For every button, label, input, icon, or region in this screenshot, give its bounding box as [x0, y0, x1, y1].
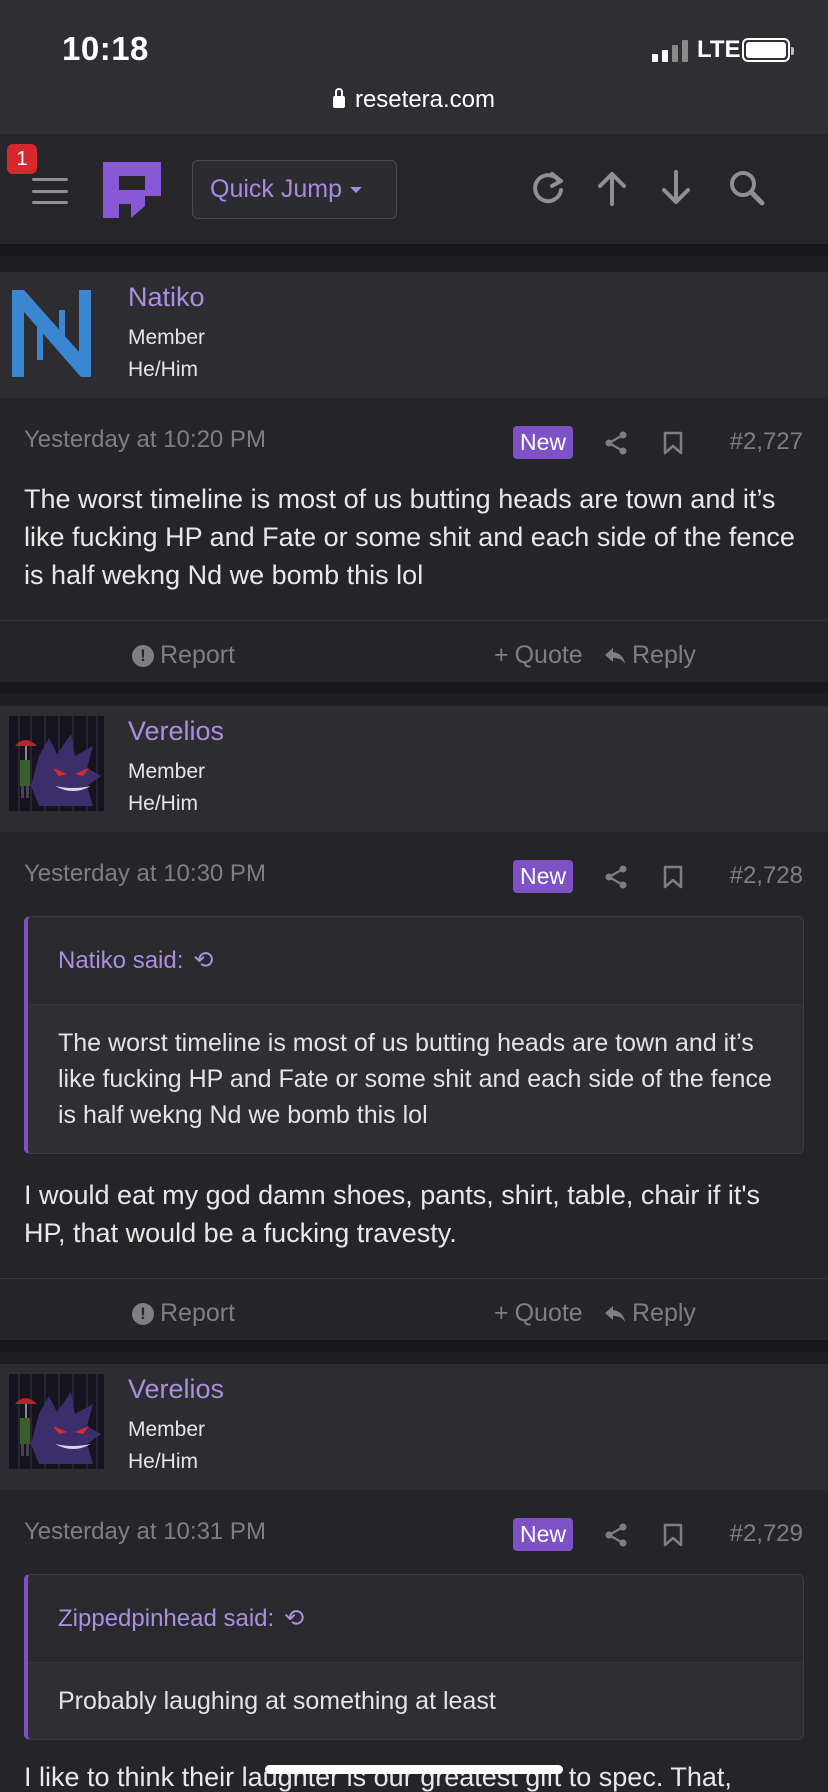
reply-icon — [605, 1305, 625, 1322]
report-button[interactable]: ! Report — [132, 641, 235, 670]
arrow-up-icon[interactable] — [592, 168, 632, 208]
user-pronouns: He/Him — [128, 358, 199, 381]
username[interactable]: Verelios — [128, 716, 224, 747]
report-label: Report — [160, 1299, 236, 1327]
report-button[interactable]: ! Report — [132, 1299, 235, 1328]
quote-block: Natiko said: ⟲ The worst timeline is most… — [24, 916, 804, 1154]
plus-icon: + — [494, 1299, 509, 1327]
report-label: Report — [160, 641, 236, 669]
quick-jump-label: Quick Jump — [210, 175, 342, 203]
status-time: 10:18 — [62, 30, 149, 67]
arrow-down-icon[interactable] — [656, 168, 696, 208]
post-text: I would eat my god damn shoes, pants, sh… — [24, 1180, 761, 1248]
quote-button[interactable]: + Quote — [494, 1299, 583, 1328]
notification-badge[interactable]: 1 — [7, 144, 37, 174]
caret-down-icon — [349, 187, 362, 193]
plus-icon: + — [494, 641, 509, 669]
user-pronouns: He/Him — [128, 1450, 199, 1473]
post-body: Yesterday at 10:20 PM New #2,727 The wor… — [0, 398, 828, 694]
avatar[interactable] — [9, 716, 104, 811]
refresh-icon[interactable] — [528, 168, 568, 208]
status-bar: 10:18 LTE resetera.com — [0, 0, 828, 134]
jump-to-quote-icon[interactable]: ⟲ — [193, 917, 213, 1005]
bookmark-icon[interactable] — [662, 865, 684, 889]
user-title: Member — [128, 760, 206, 783]
home-indicator[interactable] — [265, 1765, 563, 1774]
post-actions: ! Report + Quote Reply — [0, 620, 828, 692]
quote-attribution[interactable]: Zippedpinhead said: ⟲ — [28, 1575, 803, 1663]
user-title: Member — [128, 326, 206, 349]
reply-button[interactable]: Reply — [604, 1299, 696, 1328]
post-author-bar: Verelios Member He/Him — [0, 706, 828, 832]
user-pronouns: He/Him — [128, 792, 199, 815]
reply-label: Reply — [632, 1299, 696, 1327]
quote-label: Quote — [514, 1299, 583, 1327]
quote-author: Zippedpinhead said: — [58, 1605, 275, 1632]
battery-icon — [742, 38, 794, 62]
post-actions: ! Report + Quote Reply — [0, 1278, 828, 1350]
lock-icon — [332, 88, 345, 108]
username[interactable]: Verelios — [128, 1374, 224, 1405]
resetera-logo[interactable] — [101, 160, 163, 220]
post-timestamp[interactable]: Yesterday at 10:31 PM — [24, 1518, 266, 1546]
avatar[interactable] — [9, 282, 104, 377]
signal-icon — [652, 38, 688, 62]
quote-button[interactable]: + Quote — [494, 641, 583, 670]
jump-to-quote-icon[interactable]: ⟲ — [284, 1575, 304, 1663]
reply-button[interactable]: Reply — [604, 641, 696, 670]
reply-icon — [605, 647, 625, 664]
alert-icon: ! — [132, 644, 154, 667]
new-badge: New — [513, 426, 574, 459]
address-bar[interactable]: resetera.com — [0, 86, 828, 114]
share-icon[interactable] — [604, 1523, 628, 1547]
bookmark-icon[interactable] — [662, 1523, 684, 1547]
new-badge: New — [513, 860, 574, 893]
quote-text: The worst timeline is most of us butting… — [28, 1005, 803, 1153]
quote-label: Quote — [514, 641, 583, 669]
post-timestamp[interactable]: Yesterday at 10:30 PM — [24, 860, 266, 888]
network-type: LTE — [697, 36, 741, 63]
post-number[interactable]: #2,729 — [730, 1520, 803, 1548]
post-author-bar: Verelios Member He/Him — [0, 1364, 828, 1490]
reply-label: Reply — [632, 641, 696, 669]
post-timestamp[interactable]: Yesterday at 10:20 PM — [24, 426, 266, 454]
share-icon[interactable] — [604, 865, 628, 889]
post-body: Yesterday at 10:31 PM New #2,729 Zippedp… — [0, 1490, 828, 1792]
quote-block: Zippedpinhead said: ⟲ Probably laughing a… — [24, 1574, 804, 1740]
bookmark-icon[interactable] — [662, 431, 684, 455]
search-icon[interactable] — [727, 168, 767, 208]
post-text: The worst timeline is most of us butting… — [24, 484, 795, 590]
new-badge: New — [513, 1518, 574, 1551]
quote-text: Probably laughing at something at least — [28, 1663, 803, 1739]
user-title: Member — [128, 1418, 206, 1441]
quick-jump-dropdown[interactable]: Quick Jump — [192, 160, 397, 219]
quote-author: Natiko said: — [58, 947, 184, 974]
avatar[interactable] — [9, 1374, 104, 1469]
alert-icon: ! — [132, 1302, 154, 1325]
quote-attribution[interactable]: Natiko said: ⟲ — [28, 917, 803, 1005]
post-body: Yesterday at 10:30 PM New #2,728 Natiko … — [0, 832, 828, 1352]
share-icon[interactable] — [604, 431, 628, 455]
menu-icon[interactable] — [32, 178, 68, 204]
post-author-bar: Natiko Member He/Him — [0, 272, 828, 398]
post-text: I like to think their laughter is our gr… — [24, 1762, 732, 1792]
post-number[interactable]: #2,728 — [730, 862, 803, 890]
url-text: resetera.com — [354, 86, 496, 113]
post-number[interactable]: #2,727 — [730, 428, 803, 456]
username[interactable]: Natiko — [128, 282, 205, 313]
